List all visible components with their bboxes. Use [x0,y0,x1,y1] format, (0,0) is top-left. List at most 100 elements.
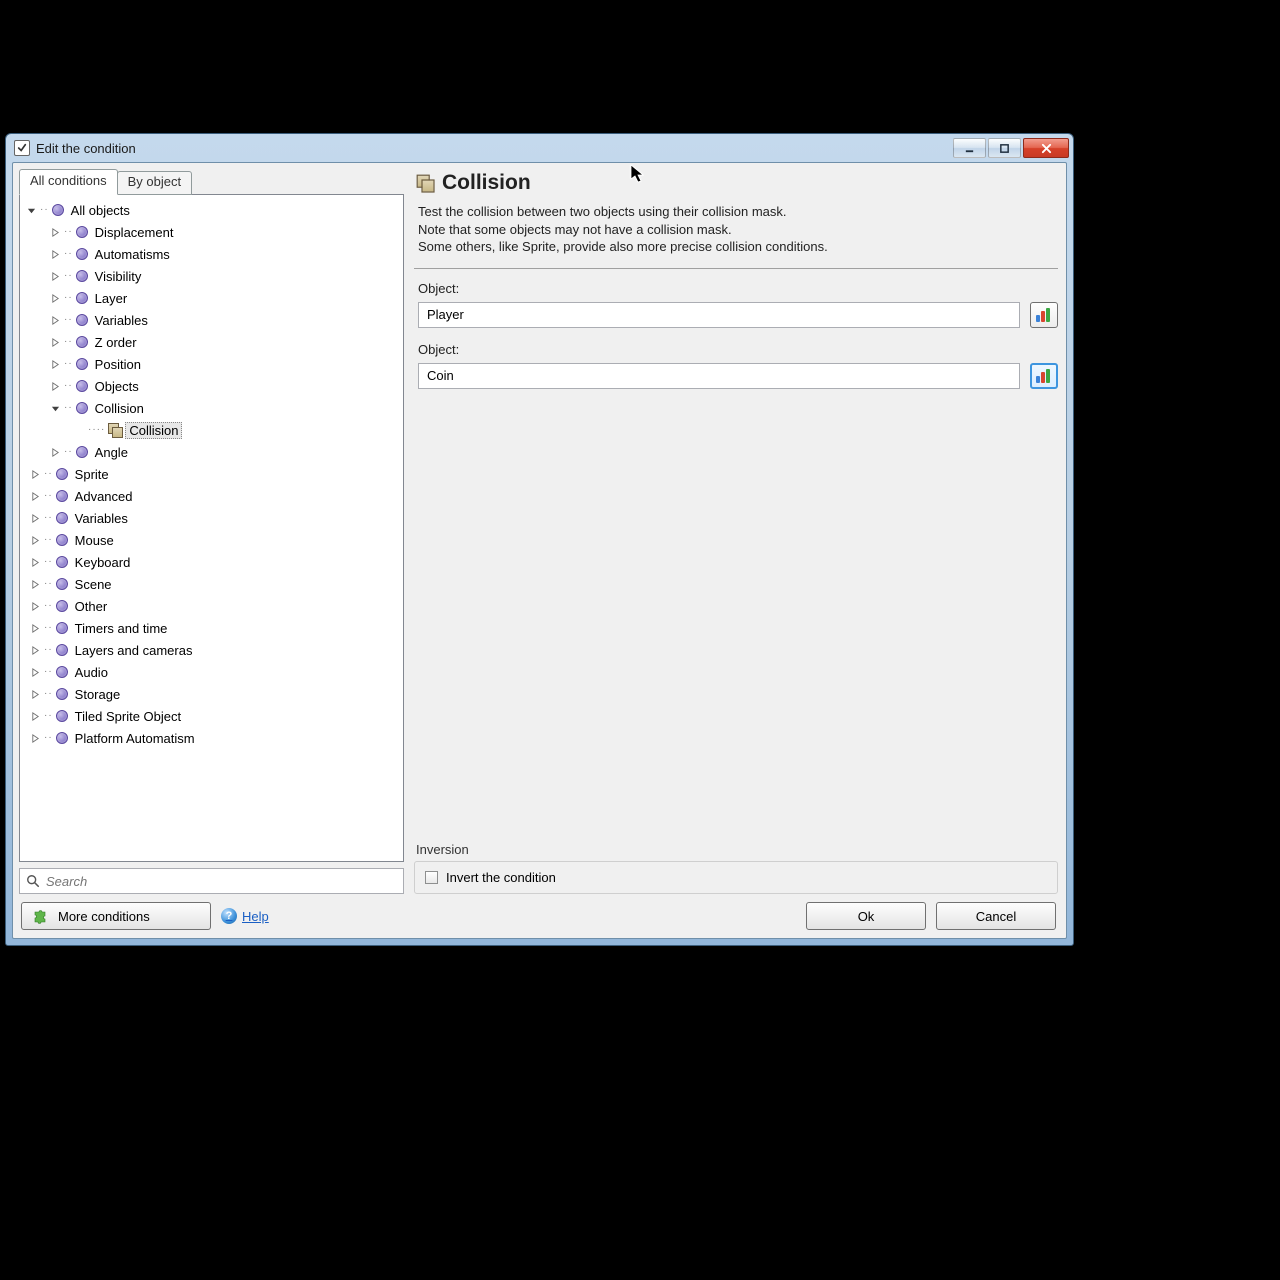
tree-dots: ·· [40,205,49,215]
tree-node-collision[interactable]: Collision [91,400,148,417]
tree-node-sprite[interactable]: Sprite [71,466,113,483]
caret-right-icon[interactable] [30,645,41,656]
bullet-icon [76,226,88,238]
caret-right-icon[interactable] [50,249,61,260]
tree-node-layers[interactable]: Layers and cameras [71,642,197,659]
caret-right-icon[interactable] [30,711,41,722]
titlebar-title: Edit the condition [36,141,947,156]
bullet-icon [56,688,68,700]
help-icon: ? [221,908,237,924]
right-panel: Collision Test the collision between two… [414,169,1058,894]
help-link[interactable]: ? Help [221,908,269,924]
object2-input[interactable] [418,363,1020,389]
tree-node-audio[interactable]: Audio [71,664,112,681]
search-icon [26,874,40,888]
tab-all-conditions[interactable]: All conditions [19,169,118,195]
bullet-icon [56,600,68,612]
caret-right-icon[interactable] [30,469,41,480]
caret-right-icon[interactable] [30,491,41,502]
divider [414,268,1058,269]
tree-node-displacement[interactable]: Displacement [91,224,178,241]
tree-node-scene[interactable]: Scene [71,576,116,593]
object2-picker-button[interactable] [1030,363,1058,389]
search-input[interactable] [46,874,397,889]
bullet-icon [52,204,64,216]
app-icon [14,140,30,156]
bullet-icon [56,732,68,744]
caret-down-icon[interactable] [26,205,37,216]
tree-node-zorder[interactable]: Z order [91,334,141,351]
tree-node-tiled[interactable]: Tiled Sprite Object [71,708,185,725]
minimize-button[interactable] [953,138,986,158]
conditions-tree[interactable]: ·· All objects ··Displacement ··Automati… [19,194,404,862]
tree-node-position[interactable]: Position [91,356,145,373]
caret-right-icon[interactable] [50,293,61,304]
caret-right-icon[interactable] [50,447,61,458]
detail-heading: Collision [442,171,531,195]
caret-right-icon[interactable] [50,271,61,282]
tree-node-variables2[interactable]: Variables [71,510,132,527]
bullet-icon [76,446,88,458]
bullet-icon [76,292,88,304]
caret-right-icon[interactable] [30,667,41,678]
caret-right-icon[interactable] [30,557,41,568]
bullet-icon [76,248,88,260]
caret-right-icon[interactable] [30,689,41,700]
bullet-icon [76,336,88,348]
search-box[interactable] [19,868,404,894]
bullet-icon [76,380,88,392]
cancel-button[interactable]: Cancel [936,902,1056,930]
caret-right-icon[interactable] [30,535,41,546]
caret-right-icon[interactable] [30,601,41,612]
maximize-button[interactable] [988,138,1021,158]
field2-label: Object: [418,342,1058,357]
close-button[interactable] [1023,138,1069,158]
caret-down-icon[interactable] [50,403,61,414]
tree-node-timers[interactable]: Timers and time [71,620,172,637]
tree-node-objects[interactable]: Objects [91,378,143,395]
tree-node-advanced[interactable]: Advanced [71,488,137,505]
titlebar[interactable]: Edit the condition [6,134,1073,162]
bullet-icon [76,402,88,414]
window-controls [953,138,1069,158]
caret-right-icon[interactable] [30,513,41,524]
bullet-icon [56,556,68,568]
left-panel: All conditions By object ·· All objects … [19,169,404,894]
tree-node-storage[interactable]: Storage [71,686,125,703]
tree-node-visibility[interactable]: Visibility [91,268,146,285]
tree-node-other[interactable]: Other [71,598,112,615]
bullet-icon [56,490,68,502]
collision-icon [108,423,122,437]
caret-right-icon[interactable] [30,623,41,634]
tree-node-mouse[interactable]: Mouse [71,532,118,549]
tree-leaf-collision[interactable]: Collision [125,422,182,439]
bullet-icon [56,534,68,546]
caret-right-icon[interactable] [50,227,61,238]
dialog-footer: More conditions ? Help Ok Cancel [13,896,1066,938]
caret-right-icon[interactable] [50,359,61,370]
tree-node-variables[interactable]: Variables [91,312,152,329]
caret-right-icon[interactable] [30,579,41,590]
bullet-icon [56,666,68,678]
caret-right-icon[interactable] [50,315,61,326]
tree-node-automatisms[interactable]: Automatisms [91,246,174,263]
caret-right-icon[interactable] [50,381,61,392]
inversion-group: Invert the condition [414,861,1058,894]
object1-picker-button[interactable] [1030,302,1058,328]
invert-label[interactable]: Invert the condition [446,870,556,885]
caret-right-icon[interactable] [50,337,61,348]
ok-button[interactable]: Ok [806,902,926,930]
caret-right-icon[interactable] [30,733,41,744]
tree-node-platform[interactable]: Platform Automatism [71,730,199,747]
more-conditions-button[interactable]: More conditions [21,902,211,930]
invert-checkbox[interactable] [425,871,438,884]
object1-input[interactable] [418,302,1020,328]
tree-node-all-objects[interactable]: All objects [67,202,134,219]
tree-node-keyboard[interactable]: Keyboard [71,554,135,571]
tab-by-object[interactable]: By object [117,171,192,195]
tree-node-layer[interactable]: Layer [91,290,132,307]
bullet-icon [56,468,68,480]
tree-node-angle[interactable]: Angle [91,444,132,461]
object-picker-icon [1036,308,1052,322]
object-picker-icon [1036,369,1052,383]
